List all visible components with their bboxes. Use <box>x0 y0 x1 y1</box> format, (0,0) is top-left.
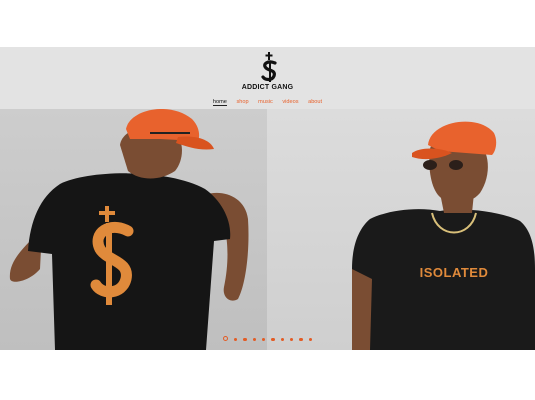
page: ADDICT GANG home shop music videos about <box>0 0 535 400</box>
nav-shop[interactable]: shop <box>236 99 248 105</box>
slider-dot[interactable] <box>252 337 256 341</box>
slider-dots <box>0 336 535 341</box>
nav-music[interactable]: music <box>258 99 273 105</box>
nav-videos[interactable]: videos <box>282 99 298 105</box>
top-margin <box>0 0 535 47</box>
main-nav: home shop music videos about <box>0 99 535 106</box>
bottom-margin <box>0 350 535 400</box>
hero-slideshow[interactable]: ISOLATED <box>0 109 535 350</box>
shirt-print-text: ISOLATED <box>419 265 489 280</box>
slider-dot[interactable] <box>299 337 303 341</box>
brand-name[interactable]: ADDICT GANG <box>0 84 535 91</box>
slider-dot[interactable] <box>290 337 294 341</box>
nav-home[interactable]: home <box>212 99 227 106</box>
slider-dot[interactable] <box>261 337 266 341</box>
slider-dot[interactable] <box>280 337 285 341</box>
slider-dot[interactable] <box>243 337 247 341</box>
slider-dot[interactable] <box>233 337 238 341</box>
nav-about[interactable]: about <box>308 99 322 105</box>
slider-dot[interactable] <box>222 336 228 341</box>
slider-dot[interactable] <box>308 337 313 341</box>
hero-illustration <box>9 109 535 350</box>
slider-dot[interactable] <box>271 337 275 341</box>
cross-dollar-logo-icon[interactable] <box>258 51 282 83</box>
